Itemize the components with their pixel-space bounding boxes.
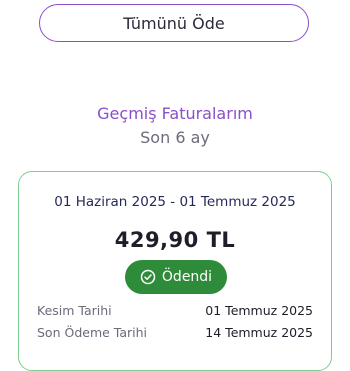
paid-status-badge: Ödendi <box>125 260 227 294</box>
bill-card[interactable]: 01 Haziran 2025 - 01 Temmuz 2025 429,90 … <box>18 171 332 371</box>
history-subtitle: Son 6 ay <box>140 128 210 147</box>
cut-date-value: 01 Temmuz 2025 <box>205 303 313 318</box>
pay-all-button[interactable]: Tümünü Öde <box>39 4 309 42</box>
due-date-value: 14 Temmuz 2025 <box>205 325 313 340</box>
paid-status-label: Ödendi <box>161 269 213 285</box>
bill-period: 01 Haziran 2025 - 01 Temmuz 2025 <box>54 194 296 210</box>
history-title: Geçmiş Faturalarım <box>97 104 253 123</box>
check-circle-icon <box>140 269 156 285</box>
due-date-label: Son Ödeme Tarihi <box>37 325 148 340</box>
pay-all-label: Tümünü Öde <box>123 13 225 33</box>
bill-amount: 429,90 TL <box>114 228 236 252</box>
cut-date-label: Kesim Tarihi <box>37 303 112 318</box>
